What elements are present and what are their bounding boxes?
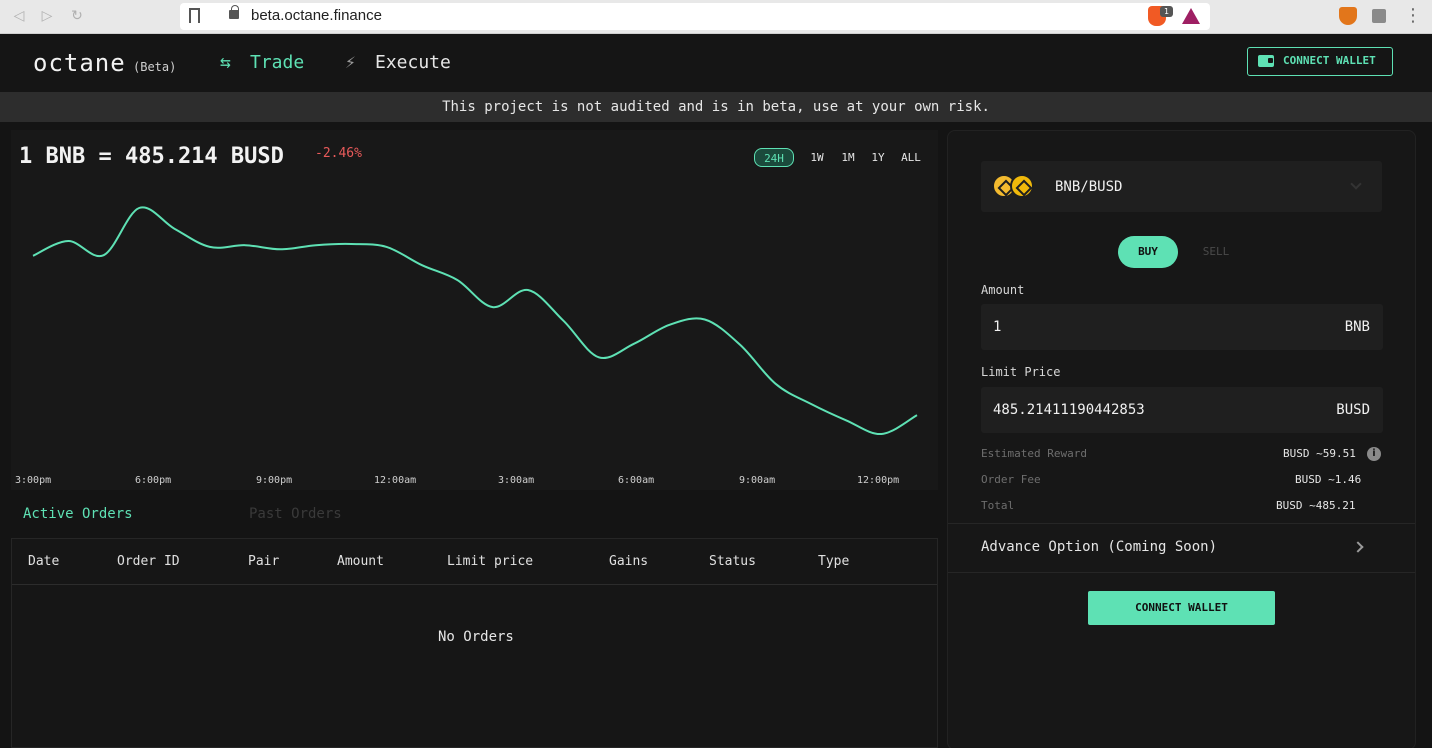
tab-past-orders[interactable]: Past Orders	[249, 506, 342, 522]
lightning-bolt-icon: ⚡	[345, 52, 356, 73]
col-status: Status	[709, 554, 756, 569]
metamask-extension-icon[interactable]	[1339, 7, 1357, 25]
orders-header-row: Date Order ID Pair Amount Limit price Ga…	[12, 539, 937, 585]
order-fee-label: Order Fee	[981, 473, 1041, 486]
x-tick: 6:00pm	[135, 475, 172, 486]
brave-badge-count: 1	[1160, 6, 1173, 17]
browser-menu-icon[interactable]: ⋮	[1404, 5, 1422, 26]
limit-price-label: Limit Price	[981, 365, 1061, 379]
wallet-icon	[1258, 55, 1274, 67]
connect-wallet-button[interactable]: CONNECT WALLET	[1088, 591, 1275, 625]
amount-field[interactable]: 1 BNB	[981, 304, 1383, 350]
col-order-id: Order ID	[117, 554, 180, 569]
col-amount: Amount	[337, 554, 384, 569]
limit-price-field[interactable]: 485.21411190442853 BUSD	[981, 387, 1383, 433]
amount-unit: BNB	[1344, 319, 1370, 335]
tab-active-orders[interactable]: Active Orders	[23, 506, 133, 522]
divider	[948, 572, 1415, 573]
forward-icon[interactable]: ▷	[38, 7, 56, 25]
estimated-reward-value: BUSD ~59.51	[1283, 447, 1356, 460]
price-chart[interactable]	[11, 190, 931, 470]
x-tick: 3:00am	[498, 475, 535, 486]
range-1m[interactable]: 1M	[837, 148, 859, 167]
range-1w[interactable]: 1W	[806, 148, 828, 167]
x-tick: 6:00am	[618, 475, 655, 486]
risk-banner: This project is not audited and is in be…	[0, 92, 1432, 122]
col-pair: Pair	[248, 554, 280, 569]
bookmark-icon[interactable]	[189, 8, 200, 23]
amount-label: Amount	[981, 283, 1025, 297]
x-tick: 9:00pm	[256, 475, 293, 486]
limit-price-unit: BUSD	[1336, 402, 1370, 418]
extensions-puzzle-icon[interactable]	[1372, 9, 1386, 23]
orders-table: Date Order ID Pair Amount Limit price Ga…	[11, 538, 938, 748]
col-date: Date	[28, 554, 60, 569]
lock-icon[interactable]	[229, 5, 239, 19]
advance-option-label[interactable]: Advance Option (Coming Soon)	[981, 539, 1217, 555]
connect-wallet-header-label: CONNECT WALLET	[1283, 54, 1376, 67]
info-icon[interactable]: i	[1367, 447, 1381, 461]
range-1y[interactable]: 1Y	[867, 148, 889, 167]
url-text[interactable]: beta.octane.finance	[251, 7, 382, 24]
total-value: BUSD ~485.21	[1276, 499, 1356, 512]
x-tick: 3:00pm	[15, 475, 52, 486]
price-change: -2.46%	[315, 146, 362, 161]
app-header: octane (Beta) ⇆ Trade ⚡ Execute CONNECT WA…	[0, 35, 1432, 92]
swap-arrows-icon: ⇆	[220, 52, 231, 73]
col-type: Type	[818, 554, 850, 569]
browser-toolbar: ◁ ▷ ↻ beta.octane.finance 1 ⋮	[0, 0, 1432, 34]
logo[interactable]: octane	[33, 49, 126, 77]
trade-panel	[947, 130, 1416, 748]
buy-toggle[interactable]: BUY	[1118, 236, 1178, 268]
range-all[interactable]: ALL	[898, 148, 924, 167]
busd-coin-icon	[1010, 174, 1034, 198]
price-quote: 1 BNB = 485.214 BUSD	[19, 144, 284, 169]
brave-rewards-icon[interactable]	[1182, 8, 1200, 24]
beta-tag: (Beta)	[133, 60, 177, 74]
order-fee-value: BUSD ~1.46	[1295, 473, 1362, 486]
reload-icon[interactable]: ↻	[68, 7, 86, 25]
pair-select[interactable]	[981, 161, 1382, 212]
x-tick: 9:00am	[739, 475, 776, 486]
connect-wallet-header-button[interactable]: CONNECT WALLET	[1247, 47, 1393, 76]
col-gains: Gains	[609, 554, 649, 569]
price-line-series	[32, 206, 918, 436]
nav-trade[interactable]: ⇆ Trade	[220, 52, 304, 73]
empty-orders-message: No Orders	[438, 629, 514, 645]
back-icon[interactable]: ◁	[10, 7, 28, 25]
nav-execute[interactable]: ⚡ Execute	[345, 52, 451, 73]
range-24h[interactable]: 24H	[754, 148, 794, 167]
sell-toggle[interactable]: SELL	[1196, 236, 1236, 268]
pair-label[interactable]: BNB/BUSD	[1055, 179, 1122, 195]
nav-execute-label: Execute	[375, 52, 451, 73]
nav-trade-label: Trade	[250, 52, 305, 73]
divider	[948, 523, 1415, 524]
col-limit-price: Limit price	[447, 554, 534, 569]
total-label: Total	[981, 499, 1015, 512]
estimated-reward-label: Estimated Reward	[981, 447, 1087, 460]
x-tick: 12:00am	[374, 475, 417, 486]
x-tick: 12:00pm	[857, 475, 900, 486]
limit-price-value[interactable]: 485.21411190442853	[993, 402, 1145, 418]
amount-value[interactable]: 1	[993, 319, 1001, 335]
